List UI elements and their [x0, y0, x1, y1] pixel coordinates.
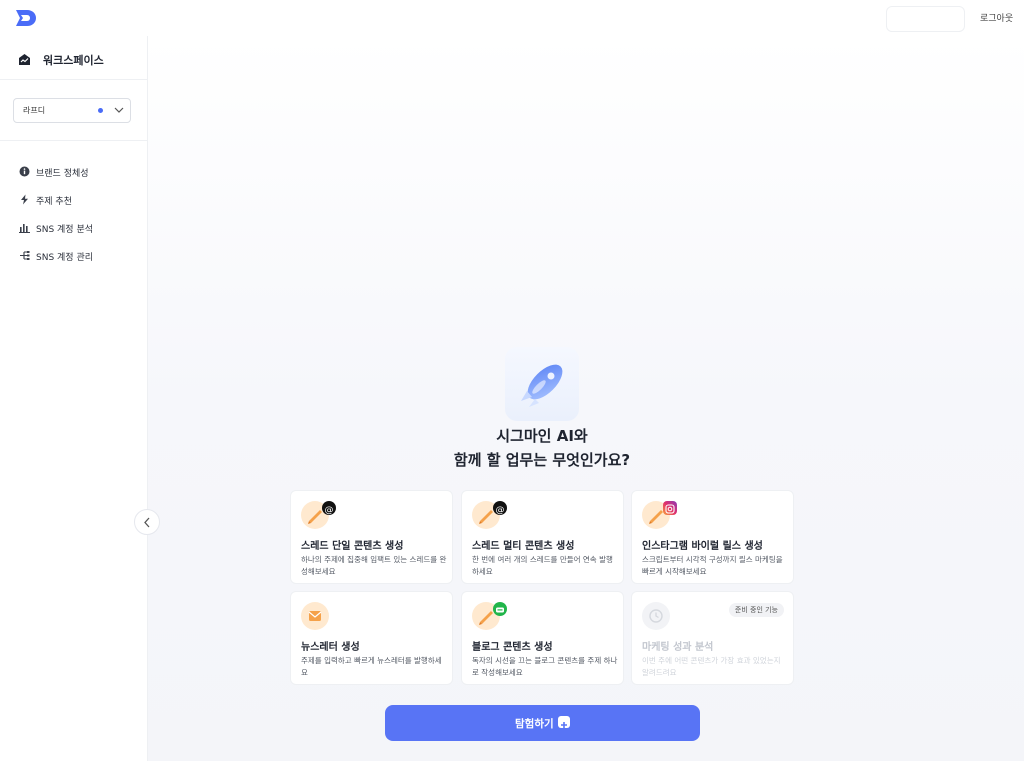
plus-icon — [558, 716, 570, 728]
card-title: 블로그 콘텐츠 생성 — [472, 642, 553, 653]
card-title: 인스타그램 바이럴 릴스 생성 — [642, 541, 763, 552]
info-circle-icon — [19, 166, 30, 177]
headline-line-1: 시그마인 AI와 — [496, 427, 588, 445]
card-description: 스크립트부터 시각적 구성까지 릴스 마케팅을 빠르게 시작해보세요 — [642, 555, 783, 576]
card-description: 하나의 주제에 집중해 임팩트 있는 스레드를 완성해보세요 — [301, 555, 447, 576]
sidebar-item-label: SNS 계정 관리 — [36, 253, 94, 263]
envelope-icon — [301, 602, 329, 630]
chevron-left-icon — [144, 517, 150, 528]
workspace-select[interactable]: 라프디 — [13, 98, 131, 123]
sidebar-item-sns-management[interactable]: SNS 계정 관리 — [0, 244, 147, 268]
top-placeholder-box — [886, 6, 965, 32]
card-newsletter[interactable]: 뉴스레터 생성 주제를 입력하고 빠르게 뉴스레터를 발행하세요 — [290, 591, 453, 685]
top-bar: 로그아웃 — [0, 0, 1024, 36]
card-instagram-reels[interactable]: 인스타그램 바이럴 릴스 생성 스크립트부터 시각적 구성까지 릴스 마케팅을 … — [631, 490, 794, 584]
threads-icon: @ — [493, 501, 507, 516]
svg-text:@: @ — [325, 506, 334, 516]
sidebar-item-label: SNS 계정 분석 — [36, 225, 94, 235]
sidebar-item-brand-identity[interactable]: 브랜드 정체성 — [0, 160, 147, 184]
explore-button[interactable]: 탐험하기 — [385, 705, 700, 741]
workspace-icon — [19, 54, 30, 65]
workspace-select-value: 라프디 — [23, 106, 46, 115]
chevron-down-icon — [114, 107, 124, 113]
card-thread-single[interactable]: @ 스레드 단일 콘텐츠 생성 하나의 주제에 집중해 임팩트 있는 스레드를 … — [290, 490, 453, 584]
sidebar-item-label: 브랜드 정체성 — [36, 169, 89, 179]
workspace-title: 워크스페이스 — [43, 54, 104, 67]
headline-line-2: 함께 할 업무는 무엇인가요? — [453, 451, 631, 469]
explore-button-label: 탐험하기 — [515, 718, 554, 730]
sidebar-item-topic-recommend[interactable]: 주제 추천 — [0, 188, 147, 212]
rocket-icon — [521, 364, 563, 407]
card-description: 한 번에 여러 개의 스레드를 만들어 연속 발행하세요 — [472, 555, 613, 576]
card-title: 스레드 단일 콘텐츠 생성 — [301, 541, 404, 552]
workspace-header: 워크스페이스 — [0, 36, 147, 80]
threads-icon: @ — [322, 501, 336, 516]
bolt-icon — [21, 194, 28, 205]
divider — [0, 140, 147, 141]
card-thread-multi[interactable]: @ 스레드 멀티 콘텐츠 생성 한 번에 여러 개의 스레드를 만들어 연속 발… — [461, 490, 624, 584]
logo-icon[interactable] — [14, 9, 38, 27]
sidebar: 워크스페이스 라프디 브랜드 정체성 주제 추천 SNS 계정 분석 SNS 계… — [0, 36, 148, 761]
clock-icon — [642, 602, 670, 630]
hero-illustration — [505, 347, 579, 421]
sidebar-collapse-button[interactable] — [134, 509, 160, 535]
card-description: 독자의 시선을 끄는 블로그 콘텐츠를 주제 하나로 작성해보세요 — [472, 656, 618, 677]
sitemap-icon — [20, 251, 30, 260]
card-title: 뉴스레터 생성 — [301, 642, 360, 653]
status-dot — [98, 108, 103, 113]
card-description: 이번 주에 어떤 콘텐츠가 가장 효과 있었는지 알려드려요 — [642, 656, 781, 677]
logout-link[interactable]: 로그아웃 — [980, 11, 1013, 24]
card-marketing-analysis: 준비 중인 기능 마케팅 성과 분석 이번 주에 어떤 콘텐츠가 가장 효과 있… — [631, 591, 794, 685]
svg-text:@: @ — [496, 506, 505, 516]
card-title: 마케팅 성과 분석 — [642, 642, 714, 653]
bar-chart-icon — [19, 224, 30, 233]
status-badge: 준비 중인 기능 — [728, 603, 784, 617]
naver-blog-icon — [493, 602, 507, 616]
card-blog[interactable]: 블로그 콘텐츠 생성 독자의 시선을 끄는 블로그 콘텐츠를 주제 하나로 작성… — [461, 591, 624, 685]
card-title: 스레드 멀티 콘텐츠 생성 — [472, 541, 575, 552]
instagram-icon — [663, 501, 677, 515]
sidebar-item-label: 주제 추천 — [36, 197, 72, 207]
card-description: 주제를 입력하고 빠르게 뉴스레터를 발행하세요 — [301, 656, 442, 677]
sidebar-item-sns-analysis[interactable]: SNS 계정 분석 — [0, 216, 147, 240]
